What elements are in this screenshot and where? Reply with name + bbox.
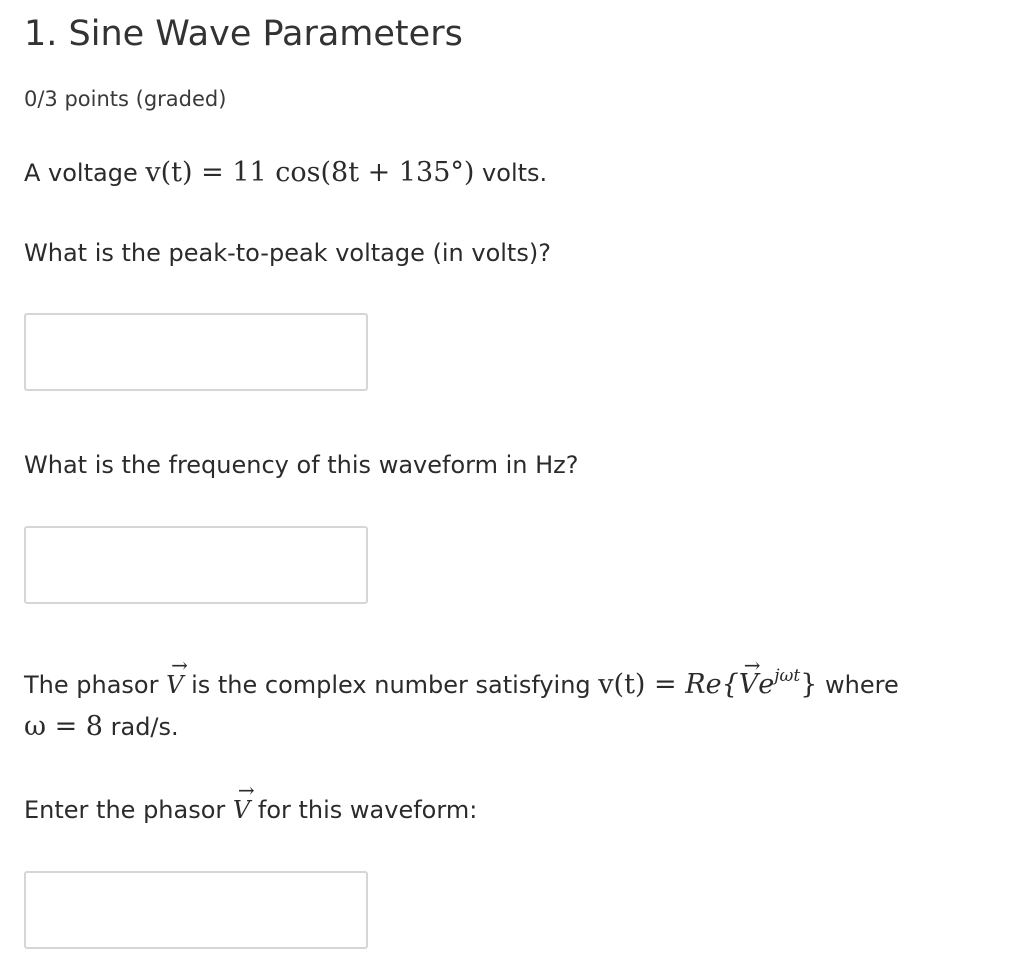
phasor-def-symbol: V [166, 649, 188, 701]
question-3-suffix: for this waveform: [250, 796, 478, 824]
question-3-symbol: V [233, 774, 255, 826]
phasor-def-equation: v(t) = Re{Vejωt} [598, 649, 818, 701]
problem-title: 1. Sine Wave Parameters [24, 14, 463, 54]
question-1-prompt: What is the peak-to-peak voltage (in vol… [24, 239, 551, 267]
phasor-def-suffix: where [817, 671, 899, 699]
intro-equation: v(t) = 11 cos(8t + 135°) [145, 157, 475, 188]
intro-statement: A voltage v(t) = 11 cos(8t + 135°) volts… [24, 157, 547, 189]
peak-to-peak-answer-input[interactable] [24, 313, 368, 391]
omega-value: ω = 8 [24, 711, 103, 742]
phasor-def-re: Re{ [685, 669, 739, 700]
omega-units: rad/s. [102, 713, 179, 741]
question-3-prompt: Enter the phasor V for this waveform: [24, 774, 478, 826]
question-3-prefix: Enter the phasor [24, 796, 233, 824]
phasor-def-lhs: v(t) = [598, 669, 686, 700]
phasor-def-eq-symbol: V [739, 649, 760, 701]
frequency-answer-input[interactable] [24, 526, 368, 604]
phasor-def-prefix: The phasor [24, 671, 167, 699]
phasor-def-exp-power: jωt [774, 666, 801, 686]
phasor-definition-line-1: The phasor V is the complex number satis… [24, 649, 899, 704]
phasor-def-middle: is the complex number satisfying [183, 671, 599, 699]
problem-points: 0/3 points (graded) [24, 87, 227, 111]
phasor-answer-input[interactable] [24, 871, 368, 949]
phasor-definition-line-2: ω = 8 rad/s. [24, 711, 179, 743]
intro-prefix: A voltage [24, 159, 146, 187]
question-2-prompt: What is the frequency of this waveform i… [24, 451, 579, 479]
phasor-def-close: } [800, 669, 818, 700]
intro-suffix: volts. [474, 159, 548, 187]
